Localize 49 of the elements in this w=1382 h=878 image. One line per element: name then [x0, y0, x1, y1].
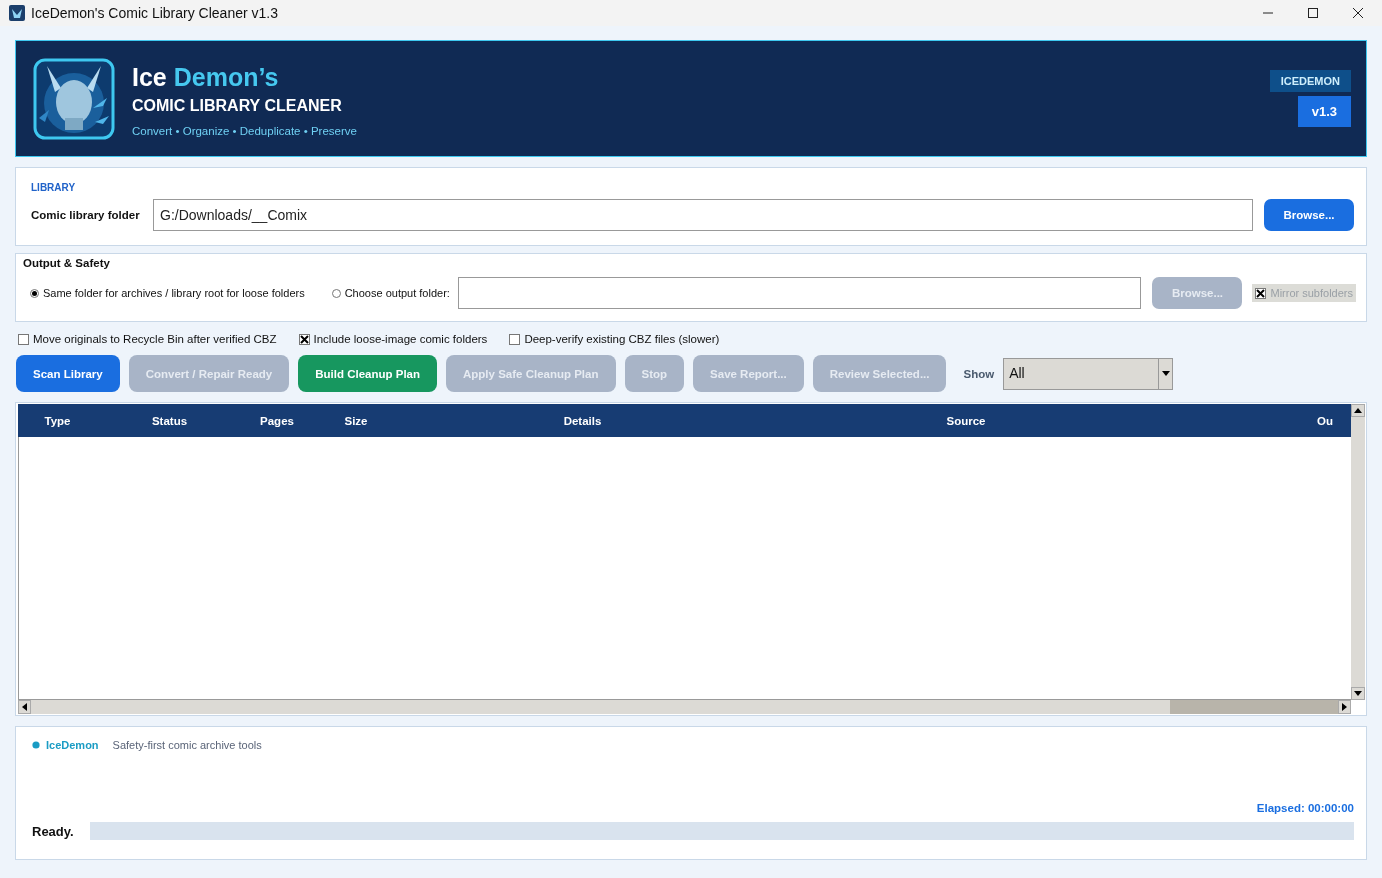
brand-name: IceDemon — [46, 739, 99, 751]
option-checkbox[interactable]: Deep-verify existing CBZ files (slower) — [509, 333, 720, 345]
scroll-up-icon[interactable] — [1354, 408, 1362, 413]
column-header[interactable]: Source — [765, 404, 1167, 437]
radio-option[interactable]: Choose output folder: — [331, 287, 450, 299]
radio-icon[interactable] — [30, 288, 39, 298]
column-header[interactable]: Status — [97, 404, 242, 437]
title-text: Ice — [132, 62, 167, 91]
column-header[interactable]: Size — [312, 404, 400, 437]
browse-button[interactable]: Browse... — [1264, 199, 1354, 231]
version-badge: v1.3 — [1297, 96, 1351, 127]
horizontal-scrollbar[interactable] — [18, 699, 1351, 714]
column-header[interactable]: Details — [400, 404, 765, 437]
action-button[interactable]: Build Cleanup Plan — [298, 355, 437, 392]
caret-icon — [1161, 371, 1170, 376]
maximize-icon[interactable] — [1307, 7, 1319, 19]
option-checkbox[interactable]: Move originals to Recycle Bin after verified CBZ — [18, 333, 277, 345]
status-text: Ready. — [32, 823, 75, 839]
column-header[interactable]: Ou — [1317, 404, 1333, 437]
column-header[interactable]: Type — [18, 404, 97, 437]
filter-label: Show — [963, 367, 995, 380]
window-title: IceDemon's Comic Library Cleaner v1.3 — [31, 5, 278, 21]
folder-path-field[interactable]: G:/Downloads/__Comix — [153, 199, 1253, 231]
brand-dot-icon — [32, 741, 40, 749]
output-folder-field[interactable] — [457, 277, 1142, 309]
footer-tagline: Safety-first comic archive tools — [112, 739, 262, 751]
section-label: LIBRARY — [31, 182, 77, 193]
field-label: Comic library folder — [31, 209, 141, 221]
scroll-down-icon[interactable] — [1354, 691, 1362, 696]
tagline: Convert • Organize • Deduplicate • Preserve — [132, 124, 357, 137]
checkbox-icon[interactable] — [509, 333, 521, 345]
filter-dropdown[interactable]: All — [1003, 357, 1174, 390]
column-header[interactable]: Pages — [242, 404, 312, 437]
checkbox-icon[interactable] — [18, 333, 29, 345]
action-button[interactable]: Scan Library — [16, 355, 120, 392]
radio-option[interactable]: Same folder for archives / library root for loose folders — [30, 287, 305, 299]
checkbox-icon[interactable] — [298, 333, 310, 345]
brand-badge: ICEDEMON — [1269, 70, 1351, 92]
title-accent-text: Demon’s — [173, 62, 279, 91]
scroll-right-icon[interactable] — [1342, 703, 1347, 711]
subtitle: COMIC LIBRARY CLEANER — [132, 96, 343, 115]
scroll-left-icon[interactable] — [22, 703, 27, 711]
option-checkbox[interactable]: Include loose-image comic folders — [298, 333, 488, 345]
elapsed-time: Elapsed: 00:00:00 — [1256, 802, 1354, 814]
radio-icon[interactable] — [331, 288, 341, 298]
section-title: Output & Safety — [23, 257, 111, 269]
app-icon — [9, 5, 25, 21]
close-icon[interactable] — [1352, 7, 1364, 19]
vertical-scrollbar[interactable] — [1351, 404, 1365, 700]
